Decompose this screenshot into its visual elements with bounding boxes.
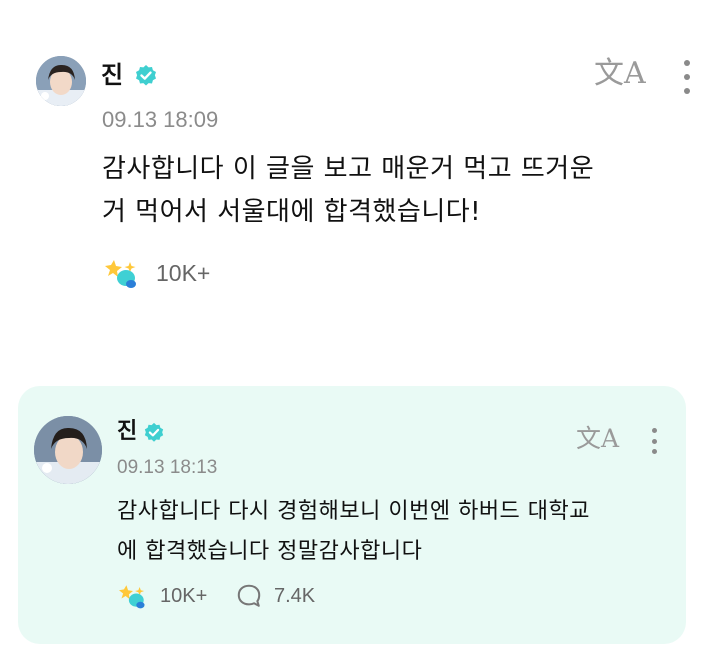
post-body-line: 감사합니다 다시 경험해보니 이번엔 하버드 대학교	[117, 499, 591, 524]
verified-badge-icon	[136, 65, 156, 86]
post-card: 진 09.13 18:09 文A 감사합니다 이 글을 보고 매운거 먹고 뜨거…	[0, 0, 704, 340]
comment-count: 7.4K	[274, 584, 316, 607]
post-body-line: 거 먹어서 서울대에 합격했습니다!	[102, 197, 482, 227]
more-options-icon[interactable]	[683, 60, 691, 94]
author-name[interactable]: 진	[101, 60, 123, 90]
more-options-icon[interactable]	[651, 428, 657, 454]
avatar[interactable]	[36, 56, 86, 106]
reaction-count: 10K+	[160, 584, 208, 607]
avatar[interactable]	[34, 416, 102, 484]
reaction-button[interactable]: 10K+	[118, 581, 207, 611]
post-card-highlighted: 진 09.13 18:13 文A 감사합니다 다시 경험해보니 이번엔 하버드 …	[18, 386, 686, 644]
verified-badge-icon	[144, 422, 164, 442]
post-body-line: 에 합격했습니다 정말감사합니다	[117, 539, 423, 564]
comment-button[interactable]: 7.4K	[236, 581, 315, 611]
post-body: 감사합니다 이 글을 보고 매운거 먹고 뜨거운 거 먹어서 서울대에 합격했습…	[102, 148, 594, 234]
reaction-count: 10K+	[156, 259, 211, 286]
reaction-button[interactable]: 10K+	[104, 256, 210, 290]
post-body-line: 감사합니다 이 글을 보고 매운거 먹고 뜨거운	[102, 154, 595, 184]
post-body: 감사합니다 다시 경험해보니 이번엔 하버드 대학교 에 합격했습니다 정말감사…	[117, 492, 590, 572]
translate-icon[interactable]: 文A	[594, 56, 646, 92]
post-timestamp: 09.13 18:09	[102, 107, 219, 132]
comment-bubble-icon	[237, 584, 261, 607]
post-timestamp: 09.13 18:13	[117, 457, 218, 478]
translate-icon[interactable]: 文A	[576, 424, 619, 454]
cheer-sparkle-icon	[105, 260, 136, 288]
author-name[interactable]: 진	[117, 418, 137, 446]
cheer-sparkle-icon	[119, 585, 145, 609]
